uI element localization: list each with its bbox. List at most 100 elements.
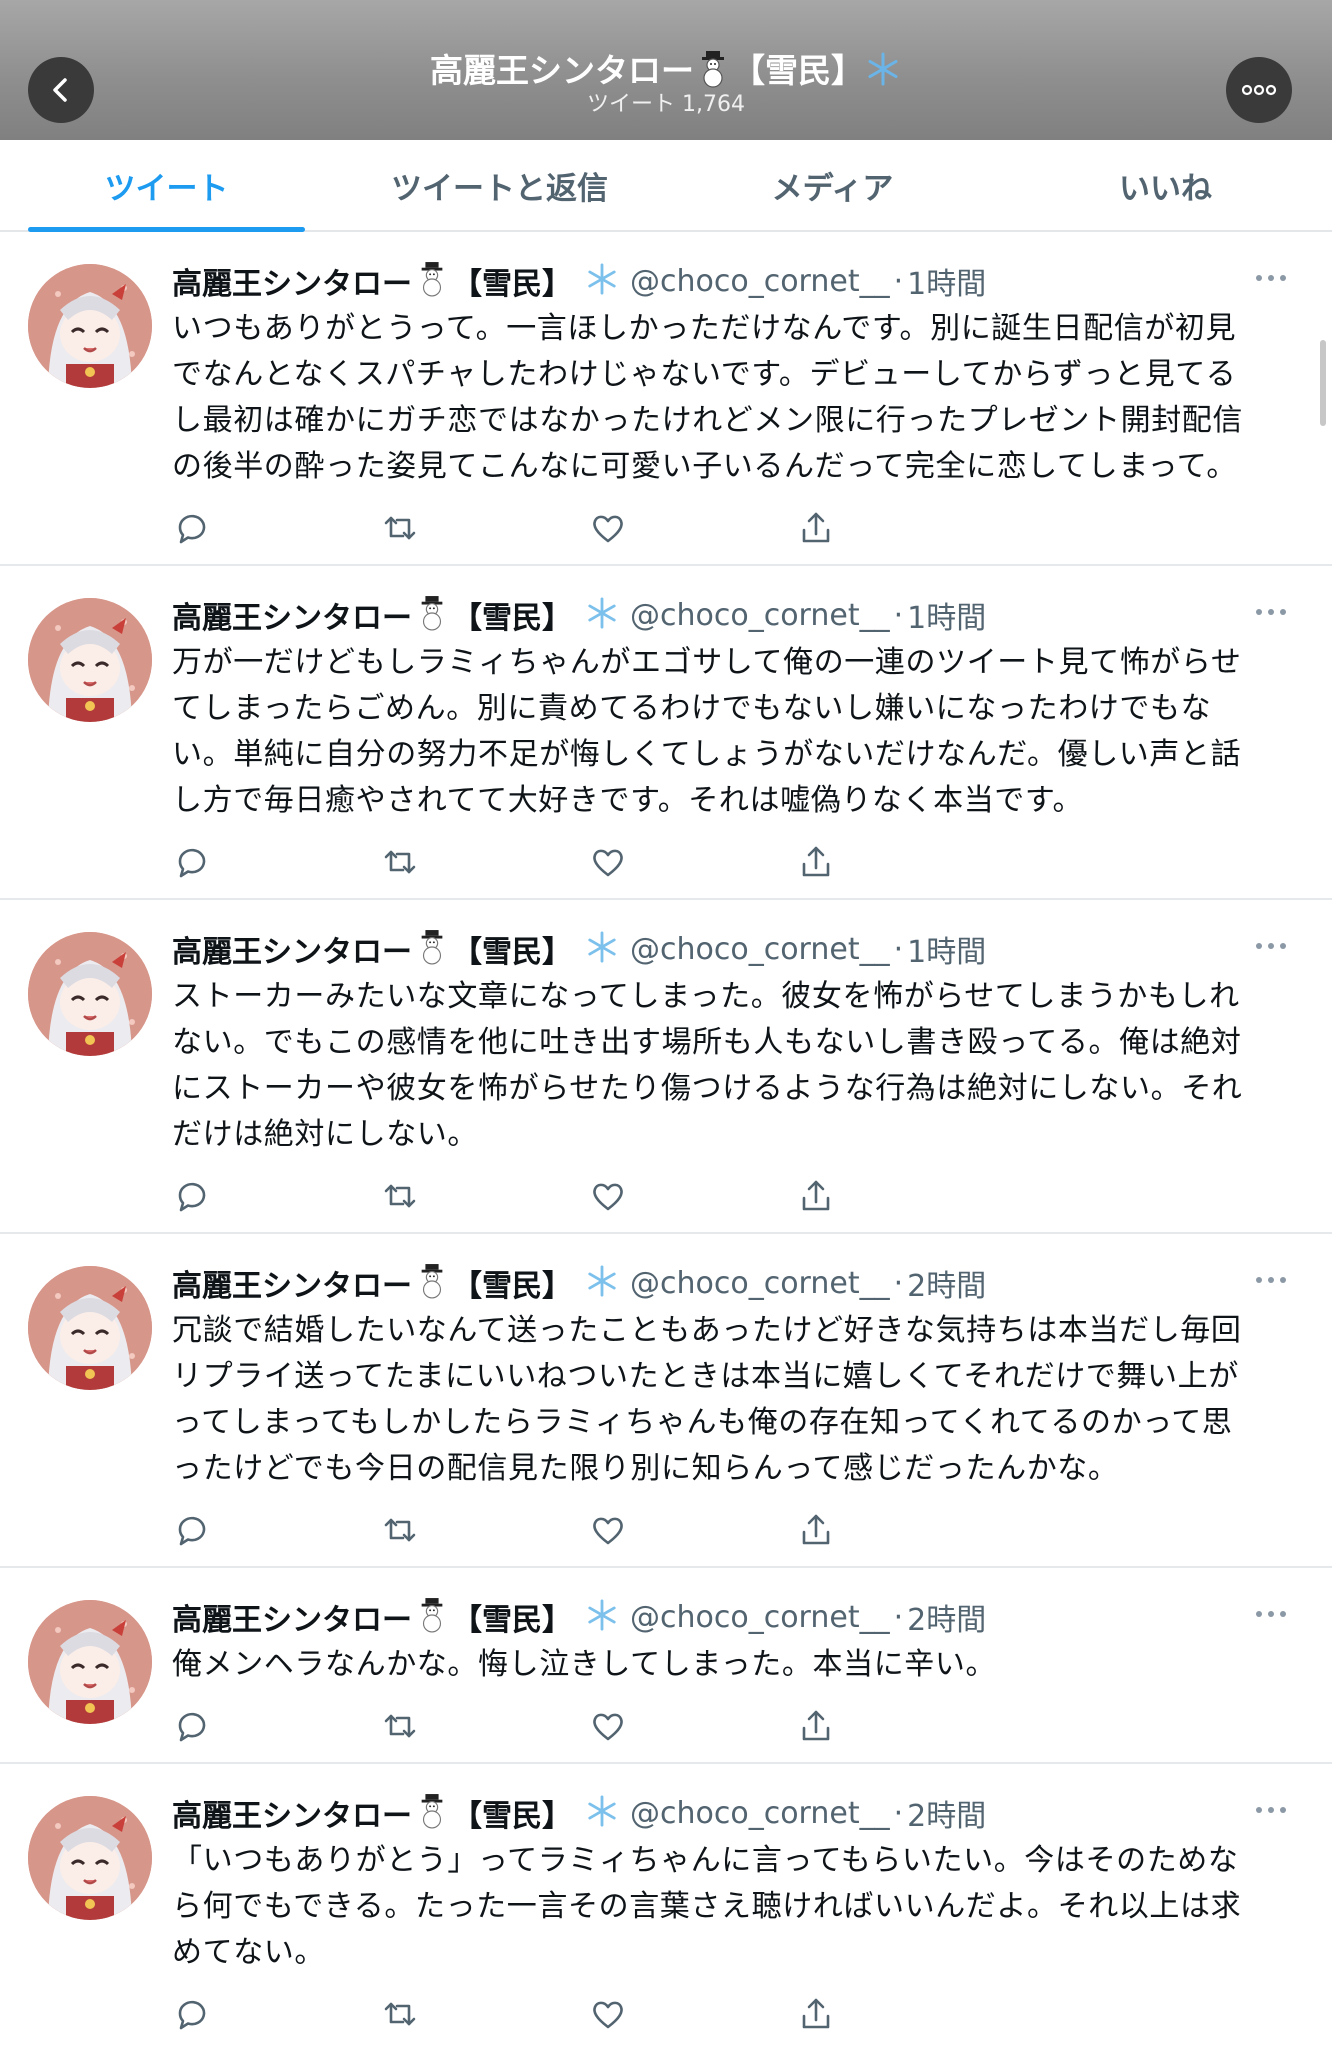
author-name[interactable]: 高麗王シンタロー bbox=[172, 1791, 412, 1835]
snowflake-icon bbox=[586, 1599, 618, 1635]
snowflake-icon bbox=[586, 1795, 618, 1831]
tweet-text-line: でなんとなくスパチャしたわけじゃないです。デビューしてからずっと見てる bbox=[172, 357, 1237, 392]
avatar[interactable] bbox=[28, 264, 152, 388]
retweet-icon[interactable] bbox=[380, 842, 420, 882]
author-handle[interactable]: @choco_cornet__ bbox=[630, 264, 890, 299]
author-name[interactable]: 高麗王シンタロー bbox=[172, 1261, 412, 1305]
author-handle[interactable]: @choco_cornet__ bbox=[630, 1796, 890, 1831]
share-icon[interactable] bbox=[796, 1510, 836, 1550]
reply-icon[interactable] bbox=[172, 842, 212, 882]
tweet[interactable]: 高麗王シンタロー 【雪民】 @choco_cornet__ · 2時間 冗談で結婚したいな… bbox=[0, 1234, 1332, 1568]
tweet-text-line: いつもありがとうって。一言ほしかっただけなんです。別に誕生日配信が初見 bbox=[172, 311, 1237, 346]
author-handle[interactable]: @choco_cornet__ bbox=[630, 1266, 890, 1301]
author-name[interactable]: 高麗王シンタロー bbox=[172, 593, 412, 637]
author-handle[interactable]: @choco_cornet__ bbox=[630, 598, 890, 633]
tweet-more-icon[interactable] bbox=[1254, 602, 1288, 622]
tab-tweets[interactable]: ツイート bbox=[0, 140, 333, 232]
tweet-feed: 高麗王シンタロー 【雪民】 @choco_cornet__ · 1時間 いつもありがとうっ… bbox=[0, 232, 1332, 2048]
author-tag: 【雪民】 bbox=[452, 1269, 572, 1304]
share-icon[interactable] bbox=[796, 508, 836, 548]
share-icon[interactable] bbox=[796, 1176, 836, 1216]
tweet-timestamp[interactable]: 1時間 bbox=[907, 927, 986, 971]
tweet[interactable]: 高麗王シンタロー 【雪民】 @choco_cornet__ · 2時間 「いつもありがとう… bbox=[0, 1764, 1332, 2048]
share-icon[interactable] bbox=[796, 1706, 836, 1746]
tweet-text-line: ストーカーみたいな文章になってしまった。彼女を怖がらせてしまうかもしれ bbox=[172, 979, 1240, 1014]
meta-separator: · bbox=[893, 1599, 904, 1635]
tweet-timestamp[interactable]: 2時間 bbox=[907, 1261, 986, 1305]
avatar[interactable] bbox=[28, 1266, 152, 1390]
share-icon[interactable] bbox=[796, 842, 836, 882]
reply-icon[interactable] bbox=[172, 1706, 212, 1746]
tweet-more-icon[interactable] bbox=[1254, 268, 1288, 288]
tweet[interactable]: 高麗王シンタロー 【雪民】 @choco_cornet__ · 1時間ストーカーみたいな… bbox=[0, 900, 1332, 1234]
tweet-text: 「いつもありがとう」ってラミィちゃんに言ってもらいたい。今はそのためな ら何でもで… bbox=[172, 1838, 1288, 1976]
tweet-more-icon[interactable] bbox=[1254, 936, 1288, 956]
reply-icon[interactable] bbox=[172, 1510, 212, 1550]
tweet-more-icon[interactable] bbox=[1254, 1270, 1288, 1290]
snowflake-icon bbox=[586, 597, 618, 633]
tweet-text-line: だけは絶対にしない。 bbox=[172, 1117, 478, 1152]
tweet-more-icon[interactable] bbox=[1254, 1604, 1288, 1624]
tweet-more-icon[interactable] bbox=[1254, 1800, 1288, 1820]
tweet-meta: 高麗王シンタロー 【雪民】 @choco_cornet__ · 1時間 bbox=[172, 590, 1288, 640]
retweet-icon[interactable] bbox=[380, 1994, 420, 2034]
avatar[interactable] bbox=[28, 932, 152, 1056]
profile-name: 高麗王シンタロー bbox=[430, 51, 694, 90]
tweet-text-line: い。単純に自分の努力不足が悔しくてしょうがないだけなんだ。優しい声と話 bbox=[172, 737, 1242, 772]
tweet-meta: 高麗王シンタロー 【雪民】 @choco_cornet__ · 2時間 bbox=[172, 1258, 1288, 1308]
tweet-timestamp[interactable]: 2時間 bbox=[907, 1595, 986, 1639]
tweet-timestamp[interactable]: 2時間 bbox=[907, 1791, 986, 1835]
author-handle[interactable]: @choco_cornet__ bbox=[630, 932, 890, 967]
retweet-icon[interactable] bbox=[380, 1706, 420, 1746]
profile-tag: 【雪民】 bbox=[732, 51, 864, 90]
tweet[interactable]: 高麗王シンタロー 【雪民】 @choco_cornet__ · 2時間 俺メンヘラなんかな… bbox=[0, 1568, 1332, 1764]
retweet-icon[interactable] bbox=[380, 508, 420, 548]
like-icon[interactable] bbox=[588, 508, 628, 548]
tweet-text-line: 万が一だけどもしラミィちゃんがエゴサして俺の一連のツイート見て怖がらせ bbox=[172, 645, 1242, 680]
scrollbar[interactable] bbox=[1320, 340, 1326, 426]
reply-icon[interactable] bbox=[172, 1176, 212, 1216]
snowman-icon bbox=[416, 594, 448, 636]
snowman-icon bbox=[416, 1262, 448, 1304]
tab-likes[interactable]: いいね bbox=[999, 140, 1332, 230]
tweet-text: いつもありがとうって。一言ほしかっただけなんです。別に誕生日配信が初見 でなんとな… bbox=[172, 306, 1288, 490]
tweet-text-line: ったけどでも今日の配信見た限り別に知らんって感じだったんかな。 bbox=[172, 1451, 1119, 1486]
tweet[interactable]: 高麗王シンタロー 【雪民】 @choco_cornet__ · 1時間万が一だけどもしラ… bbox=[0, 566, 1332, 900]
tweet-content: 高麗王シンタロー 【雪民】 @choco_cornet__ · 1時間ストーカーみたいな… bbox=[172, 924, 1288, 1158]
tweet-text: 俺メンヘラなんかな。悔し泣きしてしまった。本当に辛い。 bbox=[172, 1642, 1288, 1688]
reply-icon[interactable] bbox=[172, 1994, 212, 2034]
like-icon[interactable] bbox=[588, 1176, 628, 1216]
author-name[interactable]: 高麗王シンタロー bbox=[172, 927, 412, 971]
author-name[interactable]: 高麗王シンタロー bbox=[172, 259, 412, 303]
tab-tweets-and-replies[interactable]: ツイートと返信 bbox=[333, 140, 666, 230]
tweet-meta: 高麗王シンタロー 【雪民】 @choco_cornet__ · 1時間 bbox=[172, 924, 1288, 974]
tweet-actions bbox=[172, 1994, 852, 2038]
tweet-text-line: 俺メンヘラなんかな。悔し泣きしてしまった。本当に辛い。 bbox=[172, 1647, 997, 1682]
avatar[interactable] bbox=[28, 1796, 152, 1920]
like-icon[interactable] bbox=[588, 842, 628, 882]
retweet-icon[interactable] bbox=[380, 1510, 420, 1550]
like-icon[interactable] bbox=[588, 1706, 628, 1746]
tweet-timestamp[interactable]: 1時間 bbox=[907, 593, 986, 637]
tweet[interactable]: 高麗王シンタロー 【雪民】 @choco_cornet__ · 1時間 いつもありがとうっ… bbox=[0, 232, 1332, 566]
tweet-timestamp[interactable]: 1時間 bbox=[907, 259, 986, 303]
profile-header: 高麗王シンタロー 【雪民】 ツイート 1,764 bbox=[0, 0, 1332, 140]
tweet-content: 高麗王シンタロー 【雪民】 @choco_cornet__ · 2時間 「いつもありがとう… bbox=[172, 1788, 1288, 1976]
reply-icon[interactable] bbox=[172, 508, 212, 548]
meta-separator: · bbox=[893, 1795, 904, 1831]
tweet-content: 高麗王シンタロー 【雪民】 @choco_cornet__ · 1時間万が一だけどもしラ… bbox=[172, 590, 1288, 824]
more-button[interactable] bbox=[1226, 57, 1292, 123]
retweet-icon[interactable] bbox=[380, 1176, 420, 1216]
like-icon[interactable] bbox=[588, 1994, 628, 2034]
like-icon[interactable] bbox=[588, 1510, 628, 1550]
avatar[interactable] bbox=[28, 1600, 152, 1724]
author-handle[interactable]: @choco_cornet__ bbox=[630, 1600, 890, 1635]
tweet-text-line: ない。でもこの感情を他に吐き出す場所も人もないし書き殴ってる。俺は絶対 bbox=[172, 1025, 1242, 1060]
author-name[interactable]: 高麗王シンタロー bbox=[172, 1595, 412, 1639]
share-icon[interactable] bbox=[796, 1994, 836, 2034]
tweet-content: 高麗王シンタロー 【雪民】 @choco_cornet__ · 2時間 冗談で結婚したいな… bbox=[172, 1258, 1288, 1492]
avatar[interactable] bbox=[28, 598, 152, 722]
tweet-content: 高麗王シンタロー 【雪民】 @choco_cornet__ · 1時間 いつもありがとうっ… bbox=[172, 256, 1288, 490]
tweet-text: 冗談で結婚したいなんて送ったこともあったけど好きな気持ちは本当だし毎回 リプライ送… bbox=[172, 1308, 1288, 1492]
tab-media[interactable]: メディア bbox=[666, 140, 999, 230]
